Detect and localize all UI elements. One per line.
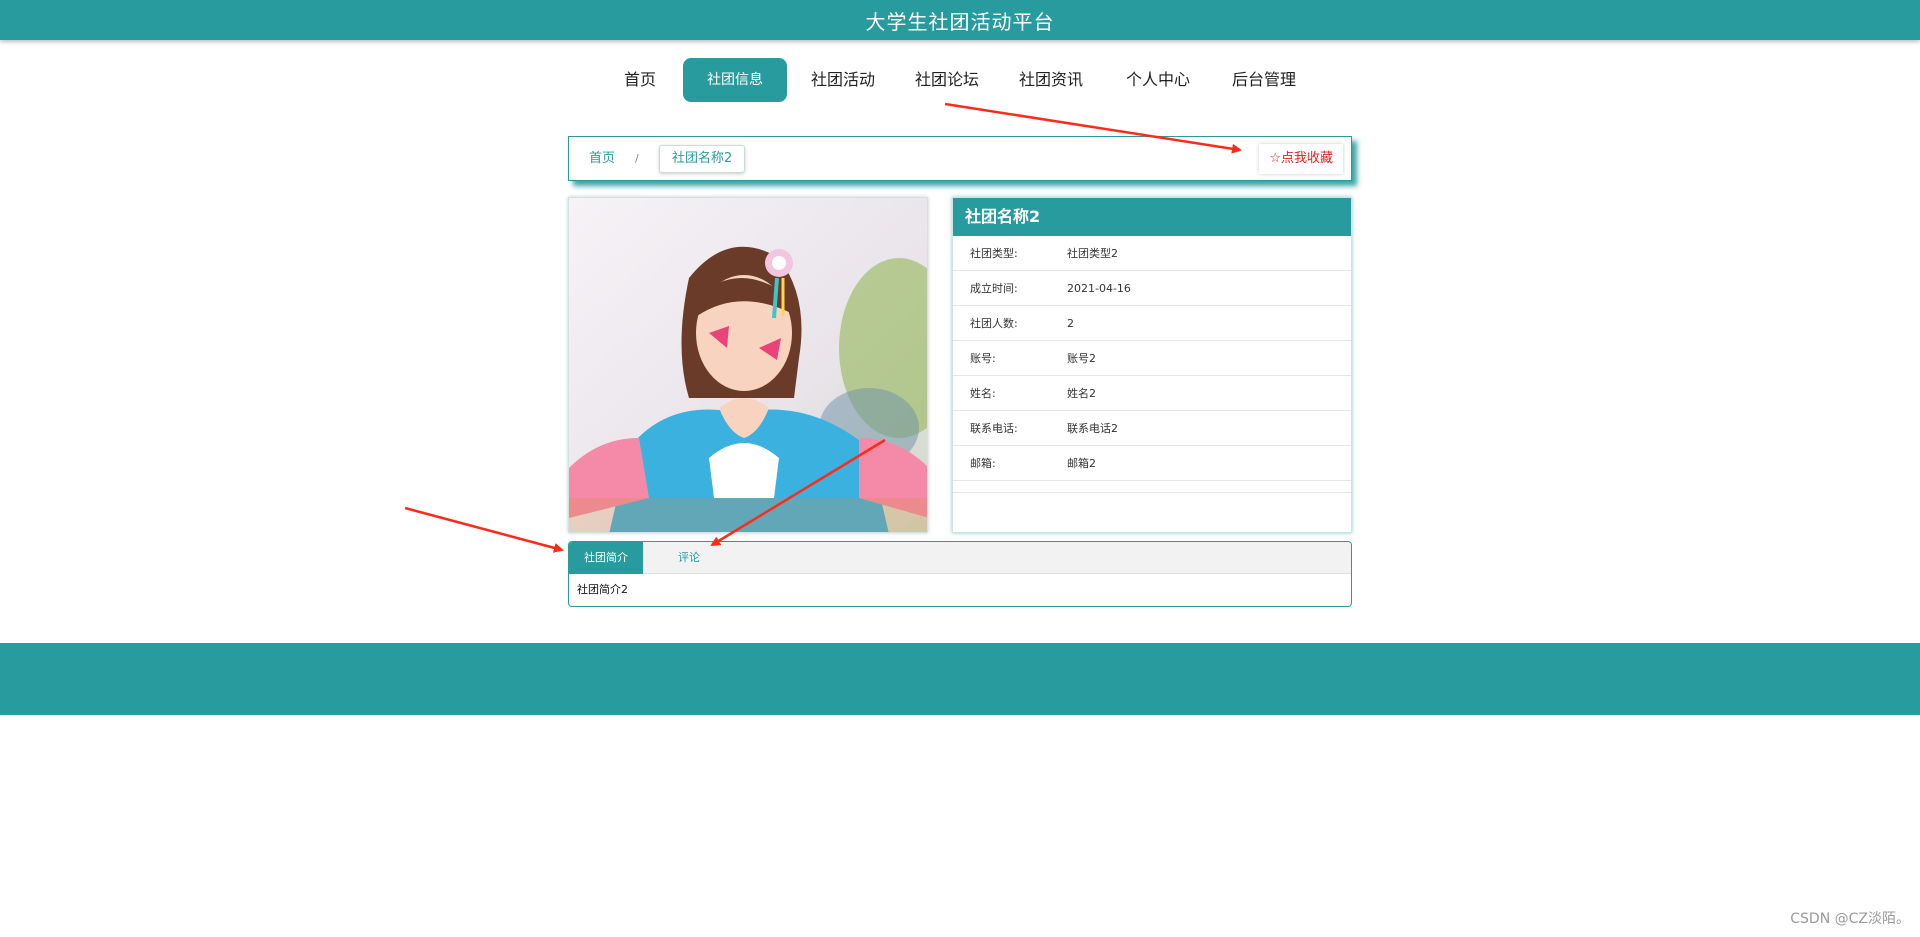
nav-item-home[interactable]: 首页	[612, 58, 668, 102]
breadcrumb-current: 社团名称2	[659, 145, 746, 173]
info-value: 2021-04-16	[1067, 282, 1131, 295]
breadcrumb-separator: /	[635, 152, 639, 165]
club-tabs-panel: 社团简介 评论 社团简介2	[568, 541, 1352, 607]
info-row-empty	[953, 481, 1351, 493]
info-label: 联系电话:	[970, 422, 1018, 435]
top-header-bar: 大学生社团活动平台	[0, 0, 1920, 40]
club-name-heading: 社团名称2	[953, 198, 1351, 236]
nav-item-club-info[interactable]: 社团信息	[683, 58, 787, 102]
info-value: 账号2	[1067, 352, 1096, 365]
favorite-button[interactable]: ☆点我收藏	[1259, 144, 1343, 174]
info-label: 姓名:	[970, 387, 996, 400]
nav-item-club-news[interactable]: 社团资讯	[1010, 58, 1092, 102]
nav-item-club-forum[interactable]: 社团论坛	[906, 58, 988, 102]
info-label: 账号:	[970, 352, 996, 365]
info-label: 社团类型:	[970, 247, 1018, 260]
info-row: 成立时间: 2021-04-16	[953, 271, 1351, 306]
club-photo	[568, 197, 928, 533]
info-value: 姓名2	[1067, 387, 1096, 400]
nav-item-personal-center[interactable]: 个人中心	[1116, 58, 1200, 102]
tab-strip: 社团简介 评论	[569, 542, 1351, 574]
breadcrumb-home-link[interactable]: 首页	[589, 137, 615, 180]
info-label: 社团人数:	[970, 317, 1018, 330]
tab-club-intro[interactable]: 社团简介	[569, 542, 643, 574]
info-row: 联系电话: 联系电话2	[953, 411, 1351, 446]
club-info-card: 社团名称2 社团类型: 社团类型2 成立时间: 2021-04-16 社团人数:…	[952, 197, 1352, 533]
info-row: 社团人数: 2	[953, 306, 1351, 341]
info-row: 姓名: 姓名2	[953, 376, 1351, 411]
tab-comments[interactable]: 评论	[649, 542, 729, 574]
info-value: 邮箱2	[1067, 457, 1096, 470]
nav-item-admin[interactable]: 后台管理	[1222, 58, 1306, 102]
info-row: 邮箱: 邮箱2	[953, 446, 1351, 481]
info-label: 邮箱:	[970, 457, 996, 470]
footer-bar	[0, 643, 1920, 715]
tab-content: 社团简介2	[577, 583, 628, 596]
info-row: 账号: 账号2	[953, 341, 1351, 376]
watermark-text: CSDN @CZ淡陌。	[1790, 911, 1910, 927]
main-nav: 首页 社团信息 社团活动 社团论坛 社团资讯 个人中心 后台管理	[0, 58, 1920, 102]
info-value: 联系电话2	[1067, 422, 1118, 435]
breadcrumb: 首页 / 社团名称2 ☆点我收藏	[568, 136, 1352, 181]
info-value: 2	[1067, 317, 1074, 330]
arrow-to-intro-tab	[404, 506, 564, 553]
club-photo-illustration	[569, 198, 927, 532]
info-label: 成立时间:	[970, 282, 1018, 295]
info-row: 社团类型: 社团类型2	[953, 236, 1351, 271]
info-value: 社团类型2	[1067, 247, 1118, 260]
site-title: 大学生社团活动平台	[865, 9, 1055, 34]
nav-item-club-activities[interactable]: 社团活动	[802, 58, 884, 102]
